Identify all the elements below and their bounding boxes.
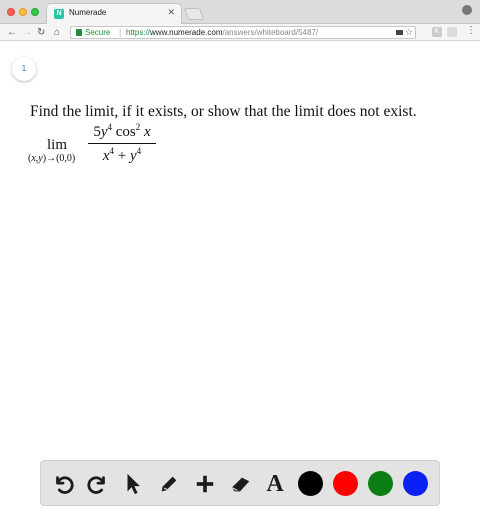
color-red-swatch[interactable] [333,471,358,496]
redo-icon[interactable] [86,472,110,496]
denominator: x4 + y4 [102,146,142,164]
browser-menu-icon[interactable]: ⋮ [466,25,476,36]
address-bar[interactable]: Secure | https://www.numerade.com/answer… [70,26,416,39]
color-black-swatch[interactable] [298,471,323,496]
minimize-window-button[interactable] [19,8,27,16]
undo-icon[interactable] [51,472,75,496]
lim-subscript: (x,y)→(0,0) [28,153,76,164]
home-button[interactable]: ⌂ [54,26,60,39]
url-scheme: https:// [126,28,151,37]
tab-close-icon[interactable]: ✕ [167,7,175,18]
add-icon[interactable] [193,472,217,496]
numerade-favicon-icon: N [54,9,64,19]
extension-icon-2[interactable] [447,27,457,37]
bookmark-star-icon[interactable]: ☆ [405,27,413,38]
fraction-bar [88,143,156,144]
browser-tab[interactable]: N Numerade ✕ [46,3,182,24]
new-tab-button[interactable] [183,8,205,20]
reload-button[interactable]: ↻ [37,26,45,39]
eraser-icon[interactable] [229,472,253,496]
url-host: www.numerade.com [150,28,223,37]
text-tool-icon[interactable]: A [263,472,287,496]
problem-statement: Find the limit, if it exists, or show th… [30,103,417,120]
select-pointer-icon[interactable] [121,472,145,496]
color-blue-swatch[interactable] [403,471,428,496]
lock-icon [76,29,82,36]
forward-button[interactable]: → [22,26,32,39]
profile-icon[interactable] [462,5,472,15]
numerator: 5y4 cos2 x [93,122,151,140]
extension-icon[interactable]: K [432,27,442,37]
url-separator: | [119,27,122,37]
maximize-window-button[interactable] [31,8,39,16]
url-path: /answers/whiteboard/5487/ [222,28,319,37]
lim-word: lim [47,137,68,153]
color-green-swatch[interactable] [368,471,393,496]
page-number-badge[interactable]: 1 [12,57,36,81]
browser-toolbar: ← → ↻ ⌂ Secure | https://www.numerade.co… [0,24,480,41]
camera-icon[interactable] [396,30,403,35]
url-text[interactable]: https://www.numerade.com/answers/whitebo… [126,28,318,37]
secure-label: Secure [85,28,111,37]
whiteboard-toolbar: A [40,460,440,506]
pencil-icon[interactable] [157,472,181,496]
tab-title: Numerade [69,8,107,17]
browser-titlebar: N Numerade ✕ [0,0,480,24]
fraction: 5y4 cos2 x x4 + y4 [88,122,156,165]
back-button[interactable]: ← [7,26,17,39]
close-window-button[interactable] [7,8,15,16]
